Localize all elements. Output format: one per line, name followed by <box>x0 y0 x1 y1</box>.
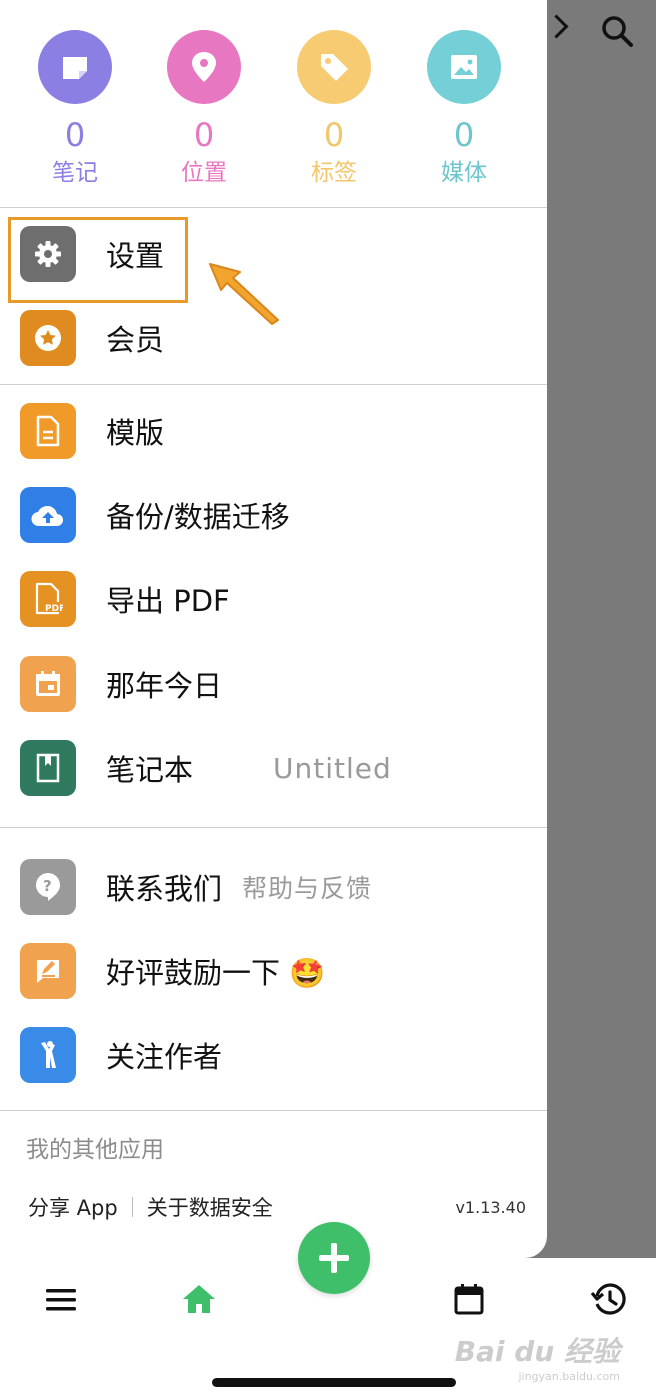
other-apps-heading[interactable]: 我的其他应用 <box>26 1130 164 1164</box>
calendar-icon[interactable] <box>453 1282 485 1316</box>
menu-item-label: 会员 <box>106 323 165 357</box>
stats-row: 0 笔记 0 位置 0 标签 0 媒体 <box>0 0 547 207</box>
document-icon <box>20 403 76 459</box>
divider <box>0 1110 547 1111</box>
menu-item-on-this-day[interactable]: 那年今日 <box>20 656 222 712</box>
menu-item-label: 笔记本 <box>106 753 194 787</box>
stat-media[interactable]: 0 媒体 <box>427 30 501 188</box>
calendar-icon <box>20 656 76 712</box>
menu-item-label: 联系我们 <box>106 872 223 906</box>
add-note-button[interactable] <box>298 1222 370 1294</box>
divider <box>0 384 547 385</box>
tag-icon <box>297 30 371 104</box>
plus-icon <box>319 1243 349 1273</box>
divider <box>0 827 547 828</box>
home-indicator[interactable] <box>212 1378 456 1387</box>
contact-subtitle: 帮助与反馈 <box>242 874 373 903</box>
menu-item-label: 备份/数据迁移 <box>106 500 290 534</box>
stat-notes[interactable]: 0 笔记 <box>38 30 112 188</box>
stat-label: 标签 <box>311 160 357 186</box>
menu-item-label: 那年今日 <box>106 669 223 703</box>
menu-item-contact[interactable]: ? 联系我们 帮助与反馈 <box>20 859 372 915</box>
cloud-upload-icon <box>20 487 76 543</box>
footer-separator <box>131 1197 133 1217</box>
menu-item-label: 模版 <box>106 416 165 450</box>
menu-item-backup[interactable]: 备份/数据迁移 <box>20 487 290 543</box>
stat-count: 0 <box>323 116 345 154</box>
divider <box>0 207 547 208</box>
menu-item-templates[interactable]: 模版 <box>20 403 164 459</box>
location-pin-icon <box>167 30 241 104</box>
pdf-icon: PDF <box>20 571 76 627</box>
edit-icon <box>20 943 76 999</box>
watermark-url: jingyan.baidu.com <box>518 1370 620 1383</box>
search-icon[interactable] <box>600 14 634 48</box>
watermark-brand: Bai du 经验 <box>454 1335 620 1368</box>
side-drawer: 0 笔记 0 位置 0 标签 0 媒体 设置 会员 模版 备份/数据迁移 PDF… <box>0 0 547 1258</box>
menu-item-follow[interactable]: 关注作者 <box>20 1027 222 1083</box>
menu-item-label: 好评鼓励一下 🤩 <box>106 956 326 990</box>
header-icons <box>544 0 656 70</box>
help-icon: ? <box>20 859 76 915</box>
menu-item-membership[interactable]: 会员 <box>20 310 164 366</box>
drawer-footer: 分享 App 关于数据安全 v1.13.40 <box>28 1192 526 1222</box>
chevron-right-icon[interactable] <box>544 14 569 39</box>
menu-item-label: 关注作者 <box>106 1040 223 1074</box>
stat-label: 位置 <box>181 160 227 186</box>
image-icon <box>427 30 501 104</box>
stat-label: 媒体 <box>441 160 487 186</box>
note-icon <box>38 30 112 104</box>
pointer-arrow-icon <box>209 263 279 325</box>
watermark: Bai du 经验 jingyan.baidu.com <box>455 1330 620 1383</box>
data-security-link[interactable]: 关于数据安全 <box>147 1192 273 1222</box>
stat-label: 笔记 <box>52 160 98 186</box>
stat-locations[interactable]: 0 位置 <box>167 30 241 188</box>
svg-text:PDF: PDF <box>45 604 63 614</box>
svg-text:?: ? <box>43 877 52 895</box>
menu-item-notebook[interactable]: 笔记本 Untitled <box>20 740 392 796</box>
home-icon[interactable] <box>180 1282 218 1316</box>
menu-item-review[interactable]: 好评鼓励一下 🤩 <box>20 943 325 999</box>
stat-tags[interactable]: 0 标签 <box>297 30 371 188</box>
share-app-link[interactable]: 分享 App <box>28 1192 118 1222</box>
menu-item-label: 导出 PDF <box>106 584 230 618</box>
menu-icon[interactable] <box>44 1286 78 1314</box>
highlight-box <box>8 217 188 303</box>
history-icon[interactable] <box>590 1282 626 1316</box>
notebook-icon <box>20 740 76 796</box>
stat-count: 0 <box>193 116 215 154</box>
star-badge-icon <box>20 310 76 366</box>
version-label: v1.13.40 <box>455 1197 526 1217</box>
stat-count: 0 <box>453 116 475 154</box>
menu-item-export-pdf[interactable]: PDF 导出 PDF <box>20 571 230 627</box>
person-icon <box>20 1027 76 1083</box>
notebook-value: Untitled <box>273 751 392 785</box>
stat-count: 0 <box>64 116 86 154</box>
